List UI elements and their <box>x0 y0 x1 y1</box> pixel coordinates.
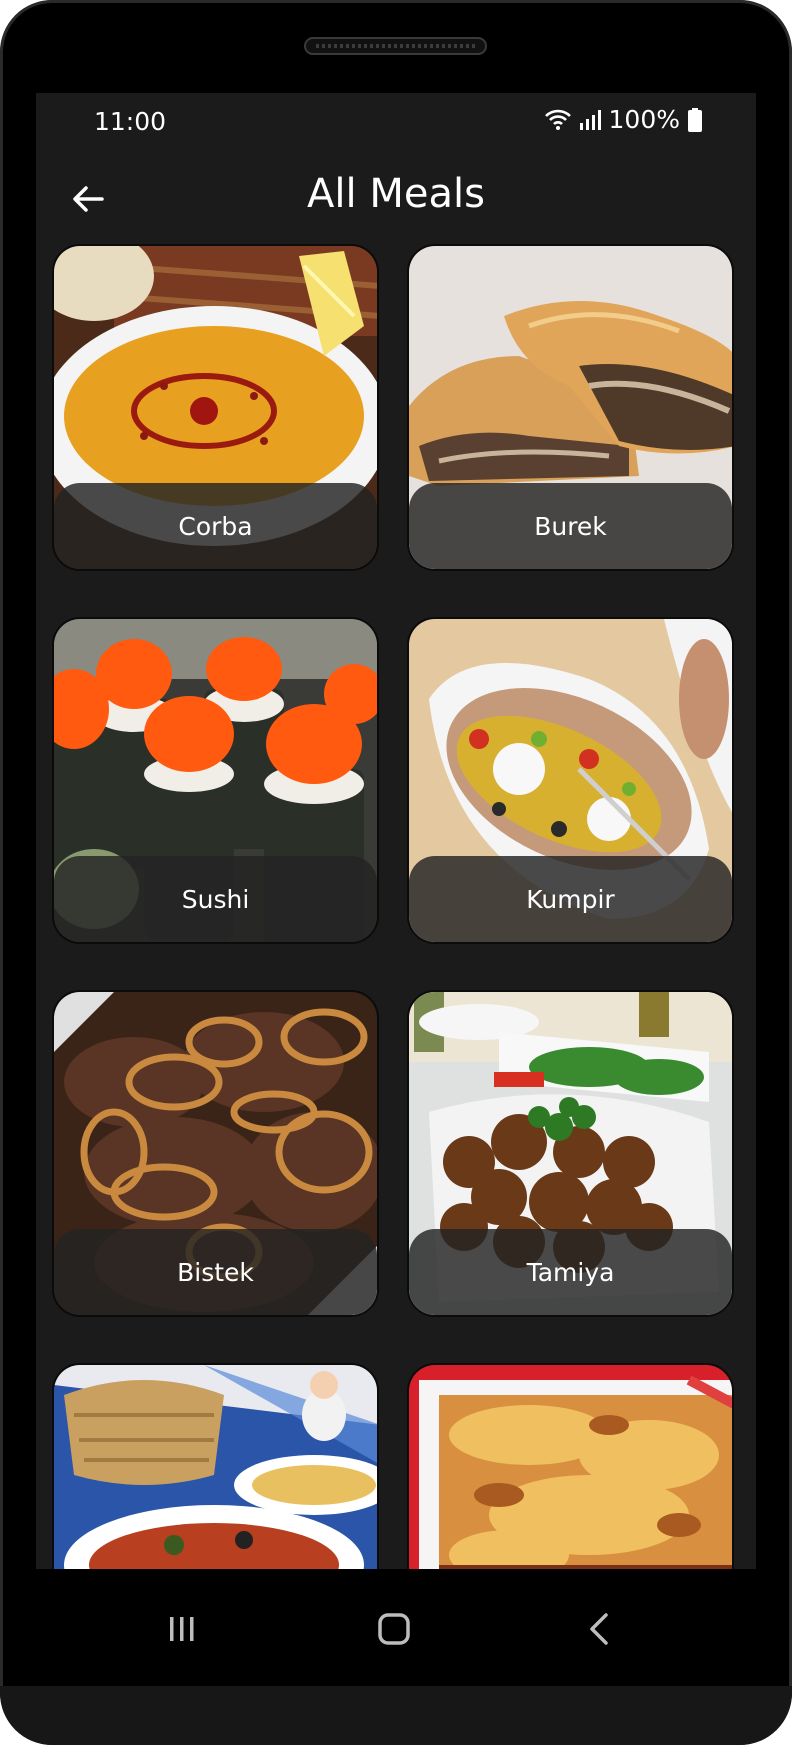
system-nav-bar <box>36 1569 756 1686</box>
meal-card-kumpir[interactable]: Kumpir <box>407 617 734 944</box>
meal-name: Kumpir <box>409 856 732 942</box>
meal-name: Tamiya <box>409 1229 732 1315</box>
app-bar: All Meals <box>36 147 756 247</box>
earpiece-speaker <box>304 37 487 55</box>
battery-icon <box>688 107 702 132</box>
page-title: All Meals <box>307 171 485 217</box>
meal-name: Bistek <box>54 1229 377 1315</box>
recent-apps-icon <box>170 1617 194 1641</box>
meal-card[interactable] <box>407 1363 734 1569</box>
signal-icon <box>579 109 601 131</box>
meal-card-corba[interactable]: Corba <box>52 244 379 571</box>
meal-image <box>409 1365 732 1569</box>
meal-card-burek[interactable]: Burek <box>407 244 734 571</box>
battery-percent: 100% <box>608 105 680 134</box>
back-icon <box>590 1613 608 1645</box>
status-time: 11:00 <box>94 107 167 136</box>
meal-name: Burek <box>409 483 732 569</box>
wifi-icon <box>544 109 571 131</box>
meal-card-tamiya[interactable]: Tamiya <box>407 990 734 1317</box>
phone-frame: 11:00 100% All Meals Corba Burek Sushi K… <box>0 0 792 1745</box>
status-indicators: 100% <box>544 105 702 134</box>
meal-card-sushi[interactable]: Sushi <box>52 617 379 944</box>
status-bar: 11:00 100% <box>36 93 756 147</box>
app-screen: 11:00 100% All Meals Corba Burek Sushi K… <box>36 93 756 1569</box>
system-back-button[interactable] <box>570 1599 630 1659</box>
meal-card-bistek[interactable]: Bistek <box>52 990 379 1317</box>
recent-apps-button[interactable] <box>152 1599 212 1659</box>
meal-image <box>54 1365 377 1569</box>
home-button[interactable] <box>364 1599 424 1659</box>
phone-chin <box>0 1686 792 1745</box>
home-icon <box>378 1613 410 1645</box>
meal-name: Corba <box>54 483 377 569</box>
meal-card[interactable] <box>52 1363 379 1569</box>
meal-name: Sushi <box>54 856 377 942</box>
meals-grid: Corba Burek Sushi Kumpir Bistek Tamiya <box>36 244 756 1569</box>
